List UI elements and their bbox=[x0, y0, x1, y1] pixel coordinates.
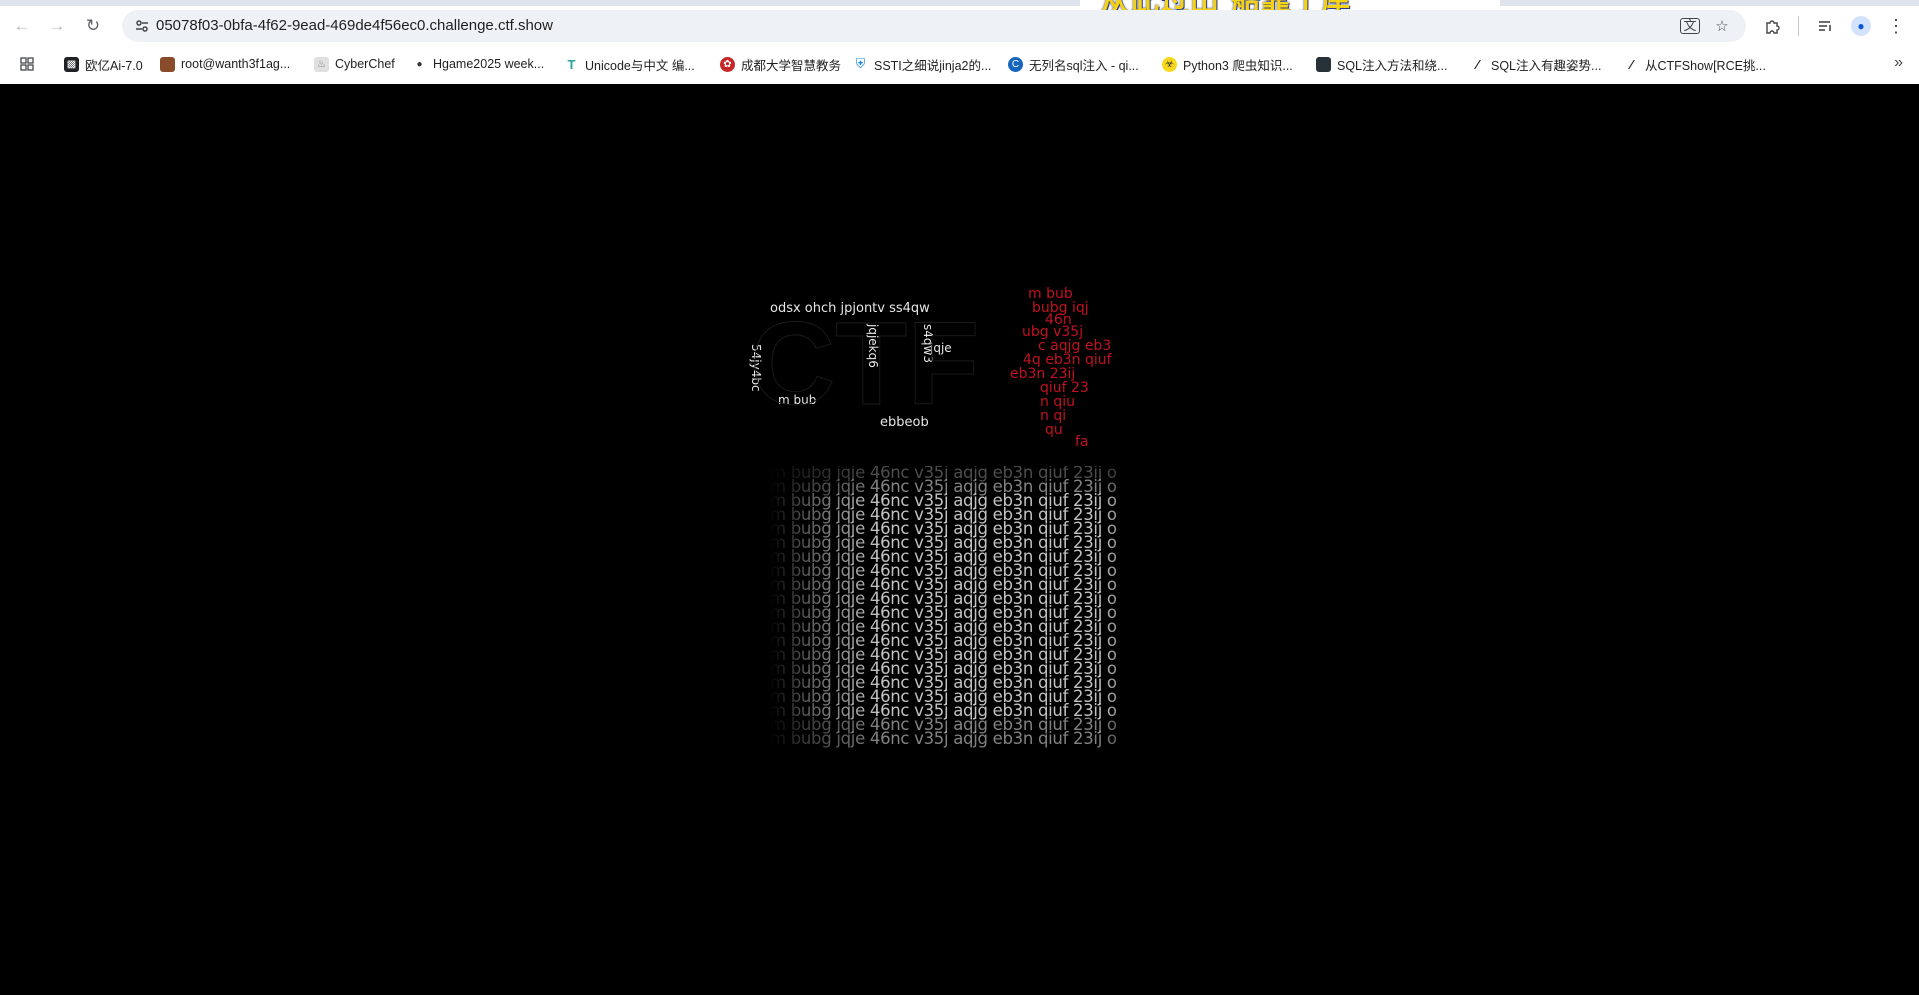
bookmark-label: SSTI之细说jinja2的... bbox=[874, 58, 992, 73]
seal-icon: ✿ bbox=[720, 56, 735, 72]
bookmark-label: Hgame2025 week... bbox=[433, 57, 545, 71]
shield-icon: ⛨ bbox=[853, 56, 868, 72]
user-icon: ● bbox=[412, 56, 427, 72]
reload-button[interactable]: ↻ bbox=[79, 12, 107, 40]
bookmark-item[interactable]: ∕ 从CTFShow[RCE挑... bbox=[1624, 52, 1766, 76]
bookmarks-bar: ▩ 欧亿Ai-7.0 root@wanth3f1ag... ♨ CyberChe… bbox=[0, 50, 1919, 78]
menu-button[interactable]: ⋮ bbox=[1882, 12, 1910, 40]
bookmark-item[interactable]: root@wanth3f1ag... bbox=[160, 52, 290, 76]
profile-icon: ● bbox=[1851, 16, 1871, 36]
arrow-left-icon: ← bbox=[13, 16, 31, 35]
bookmark-item[interactable]: ▩ 欧亿Ai-7.0 bbox=[64, 52, 143, 76]
address-bar[interactable]: 05078f03-0bfa-4f62-9ead-469de4f56ec0.cha… bbox=[122, 10, 1746, 42]
tune-icon bbox=[136, 20, 148, 32]
reading-list-icon bbox=[1819, 21, 1831, 31]
apps-grid-icon bbox=[20, 57, 34, 71]
slash-icon: ∕ bbox=[1470, 56, 1485, 72]
circle-c-icon: C bbox=[1008, 56, 1023, 72]
bookmark-item[interactable]: ✿ 成都大学智慧教务 bbox=[720, 52, 841, 76]
bookmarks-overflow-button[interactable]: » bbox=[1894, 54, 1903, 72]
site-info-button[interactable] bbox=[130, 14, 154, 38]
bookmark-item[interactable]: C 无列名sql注入 - qi... bbox=[1008, 52, 1139, 76]
bookmark-label: CyberChef bbox=[335, 57, 395, 71]
star-icon: ☆ bbox=[1715, 18, 1729, 35]
arrow-right-icon: → bbox=[48, 16, 66, 35]
translate-icon: 文 bbox=[1680, 18, 1700, 34]
toolbar-divider bbox=[1798, 16, 1799, 36]
bookmark-label: 从CTFShow[RCE挑... bbox=[1645, 58, 1766, 73]
page-canvas: odsx ohch jpjontv ss4qw 54jy4bc m bub jq… bbox=[0, 84, 1919, 995]
avatar-icon bbox=[160, 56, 175, 72]
bookmark-label: 欧亿Ai-7.0 bbox=[85, 58, 143, 73]
bookmark-label: SQL注入方法和绕... bbox=[1337, 58, 1448, 73]
tab-strip bbox=[0, 0, 1919, 6]
extensions-button[interactable] bbox=[1759, 12, 1787, 40]
bookmark-item[interactable]: ∕ SQL注入有趣姿势... bbox=[1470, 52, 1601, 76]
bookmark-label: SQL注入有趣姿势... bbox=[1491, 58, 1602, 73]
t-icon: T bbox=[564, 56, 579, 72]
robot-icon: ▩ bbox=[64, 56, 79, 72]
back-button[interactable]: ← bbox=[8, 12, 36, 40]
red-emblem: m bub bubg iqj 46n ubg v35j c aqjg eb3 4… bbox=[1010, 286, 1113, 449]
bookmark-item[interactable]: ☣ Python3 爬虫知识... bbox=[1162, 52, 1293, 76]
slash-icon: ∕ bbox=[1624, 56, 1639, 72]
bookmark-label: Unicode与中文 编... bbox=[585, 58, 695, 73]
ctf-logo: odsx ohch jpjontv ss4qw 54jy4bc m bub jq… bbox=[749, 286, 1113, 449]
text-reflection: m bubg jqje 46nc v35j aqjg eb3n qiuf 23i… bbox=[770, 466, 1130, 756]
reading-list-button[interactable] bbox=[1811, 12, 1839, 40]
puzzle-icon bbox=[1766, 20, 1780, 34]
profile-button[interactable]: ● bbox=[1847, 12, 1875, 40]
bookmark-item[interactable]: ● Hgame2025 week... bbox=[412, 52, 544, 76]
bookmark-item[interactable]: ⛨ SSTI之细说jinja2的... bbox=[853, 52, 991, 76]
bookmark-item[interactable]: SQL注入方法和绕... bbox=[1316, 52, 1447, 76]
logo-outline: CTF bbox=[750, 298, 979, 430]
translate-button[interactable]: 文 bbox=[1678, 14, 1702, 38]
bookmark-item[interactable]: ♨ CyberChef bbox=[314, 52, 395, 76]
kebab-menu-icon: ⋮ bbox=[1887, 16, 1905, 36]
apps-grid-button[interactable] bbox=[17, 54, 37, 74]
browser-chrome: 从此过山 船靠了岸 ← → ↻ 05078f03-0bfa-4f62-9ead-… bbox=[0, 0, 1919, 84]
reflection-line: m bubg jqje 46nc v35j aqjg eb3n qiuf 23i… bbox=[770, 729, 1117, 748]
reload-icon: ↻ bbox=[85, 16, 101, 35]
bookmark-label: Python3 爬虫知识... bbox=[1183, 58, 1293, 73]
svg-text:qu: qu bbox=[1045, 422, 1063, 438]
biohazard-icon: ☣ bbox=[1162, 56, 1177, 72]
chef-hat-icon: ♨ bbox=[314, 56, 329, 72]
bookmark-label: 成都大学智慧教务 bbox=[741, 58, 842, 73]
bookmark-star-button[interactable]: ☆ bbox=[1710, 14, 1734, 38]
chevron-double-right-icon: » bbox=[1894, 54, 1903, 71]
bookmark-label: 无列名sql注入 - qi... bbox=[1029, 58, 1139, 73]
bookmark-label: root@wanth3f1ag... bbox=[181, 57, 291, 71]
bookmark-item[interactable]: T Unicode与中文 编... bbox=[564, 52, 695, 76]
url-text[interactable]: 05078f03-0bfa-4f62-9ead-469de4f56ec0.cha… bbox=[156, 10, 553, 42]
forward-button[interactable]: → bbox=[43, 12, 71, 40]
svg-text:fa: fa bbox=[1075, 434, 1089, 449]
tile-icon bbox=[1316, 56, 1331, 72]
